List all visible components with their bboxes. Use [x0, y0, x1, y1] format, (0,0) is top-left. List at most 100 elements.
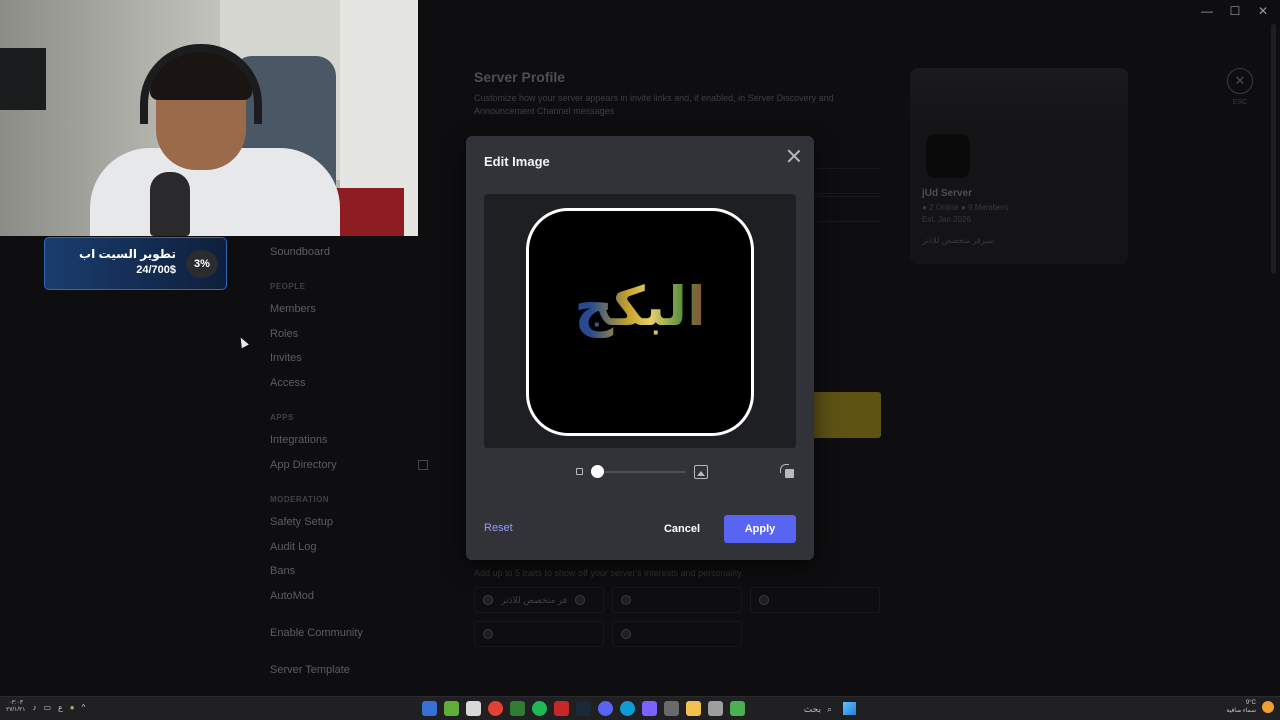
reset-button[interactable]: Reset	[484, 522, 513, 534]
nav-members[interactable]: Members	[270, 303, 316, 315]
remove-trait-icon[interactable]	[575, 595, 586, 605]
app-icon[interactable]	[554, 701, 569, 716]
chrome-icon[interactable]	[488, 701, 503, 716]
donation-text: تطوير السيت اب 24/700$	[79, 247, 176, 276]
game-app-icon[interactable]	[444, 701, 459, 716]
donation-title: تطوير السيت اب	[79, 247, 176, 261]
weather-widget[interactable]: 9°C سماء صافية	[1226, 699, 1274, 715]
taskbar: ٠٣:٠٣ ٢٧/١/٢١ ♪ ▭ ع ● ^ بحث ⌕ 9°C سماء ص…	[0, 696, 1280, 720]
preview-tagline: سيرفر متخصص للاذتر	[922, 236, 995, 245]
nav-header-moderation: MODERATION	[270, 495, 330, 504]
nav-bans[interactable]: Bans	[270, 565, 295, 577]
crop-image[interactable]: البكج	[526, 208, 754, 436]
webcam-red-object	[330, 188, 404, 236]
volume-icon[interactable]: ♪	[32, 703, 36, 712]
server-profile-panel: Server Profile Customize how your server…	[474, 60, 894, 118]
emoji-icon[interactable]	[621, 595, 631, 605]
crop-area[interactable]: البكج	[484, 194, 796, 448]
zoom-slider[interactable]	[596, 471, 686, 473]
server-avatar	[924, 132, 972, 180]
taskbar-search[interactable]: بحث ⌕	[764, 701, 836, 717]
emoji-icon[interactable]	[759, 595, 769, 605]
file-explorer-icon[interactable]	[686, 701, 701, 716]
nav-app-directory[interactable]: App Directory	[270, 459, 337, 471]
donation-goal-widget: تطوير السيت اب 24/700$ 3%	[44, 237, 227, 290]
security-app-icon[interactable]	[422, 701, 437, 716]
emoji-icon[interactable]	[621, 629, 631, 639]
server-preview-card: jUd Server ● 2 Online ● 9 Members Est. J…	[910, 68, 1128, 264]
nav-automod[interactable]: AutoMod	[270, 590, 314, 602]
preview-banner	[910, 68, 1128, 128]
scrollbar[interactable]	[1271, 24, 1276, 274]
trait-slot[interactable]	[612, 621, 742, 647]
tray-app-icon[interactable]: ●	[70, 703, 75, 712]
banner-color-swatch[interactable]	[812, 392, 881, 438]
zoom-control	[574, 464, 710, 480]
preview-stats: ● 2 Online ● 9 Members	[922, 203, 1009, 212]
nav-safety-setup[interactable]: Safety Setup	[270, 516, 333, 528]
trait-chip[interactable]: فر متخصص للاذتر	[474, 587, 604, 613]
emoji-icon[interactable]	[483, 629, 493, 639]
maximize-button[interactable]: ☐	[1228, 4, 1242, 18]
trait-slot[interactable]	[474, 621, 604, 647]
terminal-icon[interactable]	[510, 701, 525, 716]
weather-text: 9°C سماء صافية	[1226, 699, 1256, 715]
spotify-icon[interactable]	[532, 701, 547, 716]
nav-integrations[interactable]: Integrations	[270, 434, 327, 446]
network-icon[interactable]: ▭	[43, 703, 51, 712]
esc-close[interactable]: ✕ ESC	[1226, 68, 1254, 106]
obs-icon[interactable]	[466, 701, 481, 716]
chevron-up-icon[interactable]: ^	[82, 703, 86, 712]
nav-audit-log[interactable]: Audit Log	[270, 541, 316, 553]
edit-image-modal: Edit Image البكج Reset Cancel Apply	[466, 136, 814, 560]
screen: — ☐ ✕ Soundboard PEOPLE Members Roles In…	[0, 0, 1280, 720]
modal-title: Edit Image	[484, 154, 550, 169]
nav-header-people: PEOPLE	[270, 282, 306, 291]
minimize-button[interactable]: —	[1200, 4, 1214, 18]
apply-button[interactable]: Apply	[724, 515, 796, 543]
nav-server-template[interactable]: Server Template	[270, 664, 350, 676]
zoom-slider-handle[interactable]	[591, 465, 604, 478]
webcam-overlay	[0, 0, 418, 236]
donation-amount: 24/700$	[136, 264, 176, 276]
trait-slot[interactable]	[750, 587, 880, 613]
server-logo: البكج	[529, 275, 751, 338]
image-small-icon	[576, 468, 583, 475]
nav-access[interactable]: Access	[270, 377, 305, 389]
trait-text: فر متخصص للاذتر	[501, 594, 568, 605]
weather-desc: سماء صافية	[1226, 708, 1256, 714]
nav-header-apps: APPS	[270, 413, 294, 422]
search-label: بحث	[803, 703, 821, 714]
trait-slot[interactable]	[612, 587, 742, 613]
steam-icon[interactable]	[576, 701, 591, 716]
close-icon[interactable]	[786, 148, 802, 164]
nav-soundboard[interactable]: Soundboard	[270, 246, 330, 258]
nav-roles[interactable]: Roles	[270, 328, 298, 340]
nav-invites[interactable]: Invites	[270, 352, 302, 364]
traits-description: Add up to 5 traits to show off your serv…	[474, 568, 744, 578]
discord-icon[interactable]	[598, 701, 613, 716]
close-window-button[interactable]: ✕	[1256, 4, 1270, 18]
search-icon: ⌕	[826, 703, 832, 714]
app-icon[interactable]	[642, 701, 657, 716]
preview-established: Est. Jan 2026	[922, 215, 971, 224]
edge-icon[interactable]	[620, 701, 635, 716]
emoji-icon[interactable]	[483, 595, 493, 605]
window-controls: — ☐ ✕	[1200, 4, 1270, 18]
page-description: Customize how your server appears in inv…	[474, 93, 834, 116]
notepad-icon[interactable]	[708, 701, 723, 716]
pinned-apps	[422, 701, 745, 716]
nav-enable-community[interactable]: Enable Community	[270, 627, 363, 639]
clock-date: ٢٧/١/٢١	[6, 707, 26, 713]
language-indicator[interactable]: ع	[58, 703, 63, 712]
close-icon[interactable]: ✕	[1227, 68, 1253, 94]
sun-icon	[1262, 701, 1274, 713]
preview-server-name: jUd Server	[922, 188, 973, 199]
app-icon[interactable]	[730, 701, 745, 716]
cancel-button[interactable]: Cancel	[652, 515, 712, 543]
calendar-icon[interactable]	[664, 701, 679, 716]
rotate-icon[interactable]	[780, 464, 796, 480]
clock[interactable]: ٠٣:٠٣ ٢٧/١/٢١	[6, 700, 25, 714]
windows-start-icon[interactable]	[843, 702, 856, 715]
microphone-icon	[150, 172, 190, 236]
